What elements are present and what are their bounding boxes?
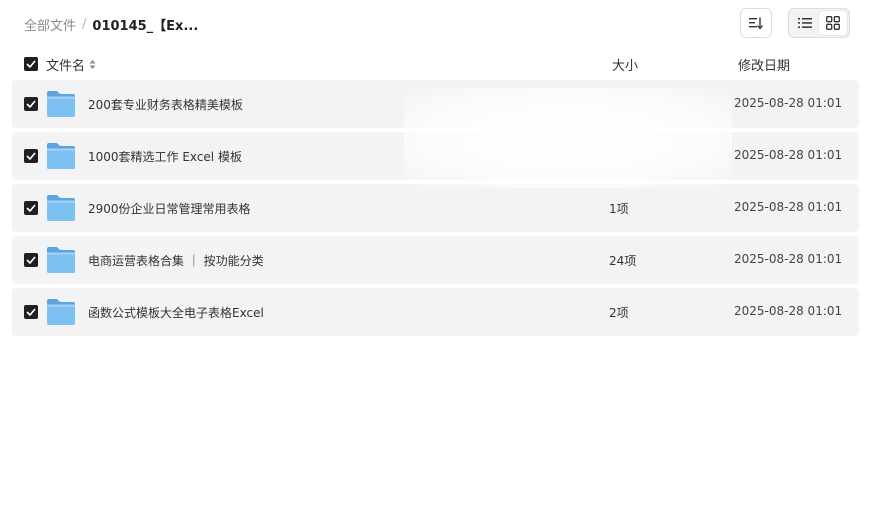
sort-caret-icon bbox=[89, 59, 96, 70]
file-date: 2025-08-28 01:01 bbox=[734, 96, 843, 110]
file-row[interactable]: 电商运营表格合集 ｜ 按功能分类 24项 2025-08-28 01:01 bbox=[12, 236, 859, 284]
file-name[interactable]: 电商运营表格合集 ｜ 按功能分类 bbox=[88, 252, 264, 269]
folder-icon bbox=[47, 143, 75, 169]
column-size-header[interactable]: 大小 bbox=[612, 55, 638, 74]
grid-view-button[interactable] bbox=[819, 11, 847, 35]
file-date: 2025-08-28 01:01 bbox=[734, 200, 843, 214]
row-checkbox[interactable] bbox=[24, 201, 38, 215]
file-name[interactable]: 函数公式模板大全电子表格Excel bbox=[88, 304, 264, 321]
column-name-header[interactable]: 文件名 bbox=[46, 55, 96, 74]
file-row[interactable]: 函数公式模板大全电子表格Excel 2项 2025-08-28 01:01 bbox=[12, 288, 859, 336]
file-list: 200套专业财务表格精美模板 2025-08-28 01:01 1000套精选工… bbox=[12, 80, 859, 340]
list-view-button[interactable] bbox=[791, 11, 819, 35]
folder-icon bbox=[47, 247, 75, 273]
folder-icon bbox=[47, 299, 75, 325]
check-icon bbox=[26, 60, 36, 68]
file-name[interactable]: 200套专业财务表格精美模板 bbox=[88, 96, 243, 113]
row-checkbox[interactable] bbox=[24, 305, 38, 319]
file-size: 24项 bbox=[609, 254, 637, 268]
file-date: 2025-08-28 01:01 bbox=[734, 304, 843, 318]
file-date: 2025-08-28 01:01 bbox=[734, 252, 843, 266]
column-name-label: 文件名 bbox=[46, 59, 86, 74]
check-icon bbox=[26, 100, 36, 108]
check-icon bbox=[26, 204, 36, 212]
file-browser: 全部文件 / 010145_【Ex... 文件名 大小 修改日期 200套专业财… bbox=[0, 0, 874, 514]
row-checkbox[interactable] bbox=[24, 149, 38, 163]
breadcrumb-separator: / bbox=[82, 16, 87, 32]
sort-button[interactable] bbox=[740, 8, 772, 38]
file-name[interactable]: 1000套精选工作 Excel 模板 bbox=[88, 148, 242, 165]
file-row[interactable]: 2900份企业日常管理常用表格 1项 2025-08-28 01:01 bbox=[12, 184, 859, 232]
column-header: 文件名 大小 修改日期 bbox=[0, 52, 874, 76]
folder-icon bbox=[47, 91, 75, 117]
folder-icon bbox=[47, 195, 75, 221]
check-icon bbox=[26, 152, 36, 160]
check-icon bbox=[26, 308, 36, 316]
breadcrumb-root[interactable]: 全部文件 bbox=[24, 15, 76, 34]
file-date: 2025-08-28 01:01 bbox=[734, 148, 843, 162]
breadcrumb: 全部文件 / 010145_【Ex... bbox=[24, 14, 198, 34]
file-size: 2项 bbox=[609, 306, 629, 320]
file-size: 1项 bbox=[609, 202, 629, 216]
breadcrumb-current: 010145_【Ex... bbox=[92, 18, 199, 34]
row-checkbox[interactable] bbox=[24, 97, 38, 111]
file-name[interactable]: 2900份企业日常管理常用表格 bbox=[88, 200, 251, 217]
column-date-header[interactable]: 修改日期 bbox=[738, 55, 790, 74]
sort-lines-icon bbox=[749, 17, 763, 30]
check-icon bbox=[26, 256, 36, 264]
select-all-checkbox[interactable] bbox=[24, 57, 38, 71]
grid-view-icon bbox=[826, 16, 840, 30]
view-toggle-group bbox=[788, 8, 850, 38]
list-view-icon bbox=[798, 18, 812, 28]
file-row[interactable]: 1000套精选工作 Excel 模板 2025-08-28 01:01 bbox=[12, 132, 859, 180]
file-row[interactable]: 200套专业财务表格精美模板 2025-08-28 01:01 bbox=[12, 80, 859, 128]
row-checkbox[interactable] bbox=[24, 253, 38, 267]
